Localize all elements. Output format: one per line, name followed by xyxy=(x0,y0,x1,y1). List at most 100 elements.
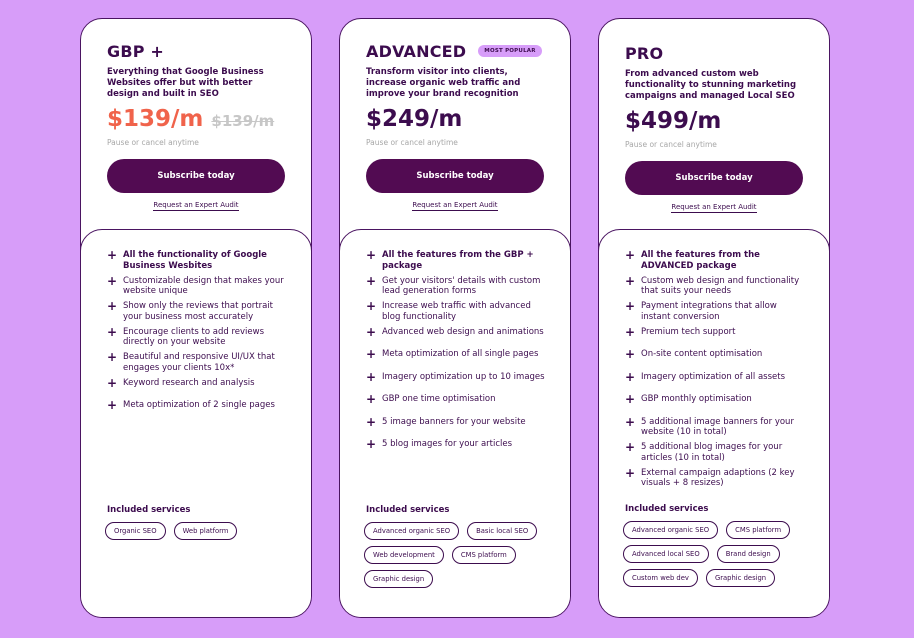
subscribe-button[interactable]: Subscribe today xyxy=(625,161,803,195)
feature-list: + All the features from the ADVANCED pack… xyxy=(625,248,805,489)
plan-card-gbp-plus: GBP + Everything that Google Business We… xyxy=(80,18,312,618)
service-tags: Advanced organic SEO Basic local SEO Web d… xyxy=(364,522,559,588)
service-tag: Organic SEO xyxy=(105,522,166,540)
feature-text: Show only the reviews that portrait your… xyxy=(123,301,273,322)
plan-header: ADVANCED MOST POPULAR Transform visitor … xyxy=(340,19,570,211)
cancel-note: Pause or cancel anytime xyxy=(107,138,199,147)
service-tag: CMS platform xyxy=(451,546,516,564)
service-tag: Brand design xyxy=(716,545,780,563)
feature-text: All the features from the GBP + package xyxy=(382,250,534,271)
plan-header: GBP + Everything that Google Business We… xyxy=(81,19,311,211)
feature-item: +5 image banners for your website xyxy=(366,414,546,435)
feature-item: + Custom web design and functionality tha… xyxy=(625,275,805,297)
service-tag: Advanced organic SEO xyxy=(623,521,719,539)
plan-price: $139/m xyxy=(107,106,204,132)
service-tag: Custom web dev xyxy=(623,569,698,587)
subscribe-button[interactable]: Subscribe today xyxy=(366,159,544,193)
feature-text: On-site content optimisation xyxy=(641,349,763,359)
feature-text: Increase web traffic with advanced blog … xyxy=(382,301,531,322)
request-audit-link[interactable]: Request an Expert Audit xyxy=(107,201,285,211)
feature-text: 5 additional blog images for your articl… xyxy=(641,442,783,463)
request-audit-label: Request an Expert Audit xyxy=(412,201,498,211)
request-audit-link[interactable]: Request an Expert Audit xyxy=(366,201,544,211)
feature-item: + GBP one time optimisation xyxy=(366,392,546,412)
price-row: $249/m xyxy=(366,106,544,136)
feature-text: External campaign adaptions (2 key visua… xyxy=(641,467,795,489)
most-popular-badge: MOST POPULAR xyxy=(478,45,542,57)
plan-description: From advanced custom web functionality t… xyxy=(625,69,797,101)
plus-icon: + xyxy=(625,347,636,361)
feature-item: + All the features from the ADVANCED pack… xyxy=(625,248,805,271)
old-price: $139/m xyxy=(211,112,275,130)
plan-name: PRO xyxy=(625,43,664,63)
plus-icon: + xyxy=(625,248,636,262)
feature-list: + All the functionality of Google Busines… xyxy=(107,248,287,418)
plan-card-pro: PRO From advanced custom web functionali… xyxy=(598,18,830,618)
service-tags: Organic SEO Web platform xyxy=(105,522,300,540)
subscribe-button[interactable]: Subscribe today xyxy=(107,159,285,193)
plan-card-advanced: ADVANCED MOST POPULAR Transform visitor … xyxy=(339,18,571,618)
service-tag: Graphic design xyxy=(705,569,776,587)
feature-item: + Get your visitors' details with custom … xyxy=(366,275,546,297)
plus-icon: + xyxy=(107,248,118,262)
plus-icon: + xyxy=(107,273,118,288)
request-audit-link[interactable]: Request an Expert Audit xyxy=(625,203,803,213)
plan-name: ADVANCED xyxy=(366,41,467,61)
feature-item: + Imagery optimization up to 10 images xyxy=(366,369,546,390)
feature-text: Imagery optimization of all assets xyxy=(641,371,786,382)
plus-icon: + xyxy=(366,347,377,361)
feature-item: + Meta optimization of all single pages xyxy=(366,347,546,367)
feature-text: Customizable design that makes your webs… xyxy=(123,275,284,297)
plus-icon: + xyxy=(107,299,118,313)
plus-icon: + xyxy=(625,392,636,406)
plus-icon: + xyxy=(625,369,636,384)
feature-item: + Beautiful and responsive UI/UX that eng… xyxy=(107,351,287,373)
request-audit-label: Request an Expert Audit xyxy=(671,203,757,213)
service-tag: Web platform xyxy=(173,522,238,540)
plus-icon: + xyxy=(366,248,377,262)
feature-text: Get your visitors' details with custom l… xyxy=(382,275,541,297)
service-tag: Basic local SEO xyxy=(467,522,538,540)
included-services-title: Included services xyxy=(366,505,450,515)
service-tag: Advanced local SEO xyxy=(623,545,709,563)
plus-icon: + xyxy=(625,440,636,454)
feature-list: + All the features from the GBP + package… xyxy=(366,248,546,457)
feature-item: + On-site content optimisation xyxy=(625,347,805,367)
feature-item: + Advanced web design and animations xyxy=(366,326,546,345)
feature-text: Meta optimization of 2 single pages xyxy=(123,400,275,410)
feature-text: GBP one time optimisation xyxy=(382,394,496,404)
plan-name: GBP + xyxy=(107,41,165,61)
feature-item: +5 blog images for your articles xyxy=(366,438,546,457)
plus-icon: + xyxy=(107,398,118,412)
feature-item: + Keyword research and analysis xyxy=(107,377,287,396)
feature-text: Imagery optimization up to 10 images xyxy=(382,371,545,382)
plus-icon: + xyxy=(366,414,377,429)
cancel-note: Pause or cancel anytime xyxy=(625,140,717,149)
plus-icon: + xyxy=(366,392,377,406)
feature-text: GBP monthly optimisation xyxy=(641,394,752,404)
price-row: $139/m $139/m xyxy=(107,106,285,136)
price-row: $499/m xyxy=(625,108,803,138)
plan-description: Transform visitor into clients, increase… xyxy=(366,67,521,99)
feature-item: + All the features from the GBP + package xyxy=(366,248,546,271)
plus-icon: + xyxy=(625,465,636,480)
feature-item: + Meta optimization of 2 single pages xyxy=(107,398,287,418)
plan-title-row: ADVANCED MOST POPULAR xyxy=(366,41,544,61)
plus-icon: + xyxy=(625,299,636,313)
service-tag: Graphic design xyxy=(364,570,434,588)
request-audit-label: Request an Expert Audit xyxy=(153,201,239,211)
plan-price: $249/m xyxy=(366,106,463,132)
plan-title-row: PRO xyxy=(625,43,803,63)
feature-item: + GBP monthly optimisation xyxy=(625,392,805,412)
included-services-title: Included services xyxy=(625,504,709,514)
feature-text: 5 image banners for your website xyxy=(382,416,526,427)
feature-item: + Encourage clients to add reviews direct… xyxy=(107,326,287,348)
feature-text: 5 additional image banners for your webs… xyxy=(641,416,794,438)
plus-icon: + xyxy=(366,369,377,384)
feature-text: Advanced web design and animations xyxy=(382,326,544,337)
feature-text: All the features from the ADVANCED packa… xyxy=(641,250,760,271)
feature-text: Payment integrations that allow instant … xyxy=(641,301,777,322)
feature-item: +5 additional blog images for your artic… xyxy=(625,440,805,463)
feature-text: All the functionality of Google Business… xyxy=(123,250,267,271)
feature-item: +5 additional image banners for your web… xyxy=(625,416,805,438)
